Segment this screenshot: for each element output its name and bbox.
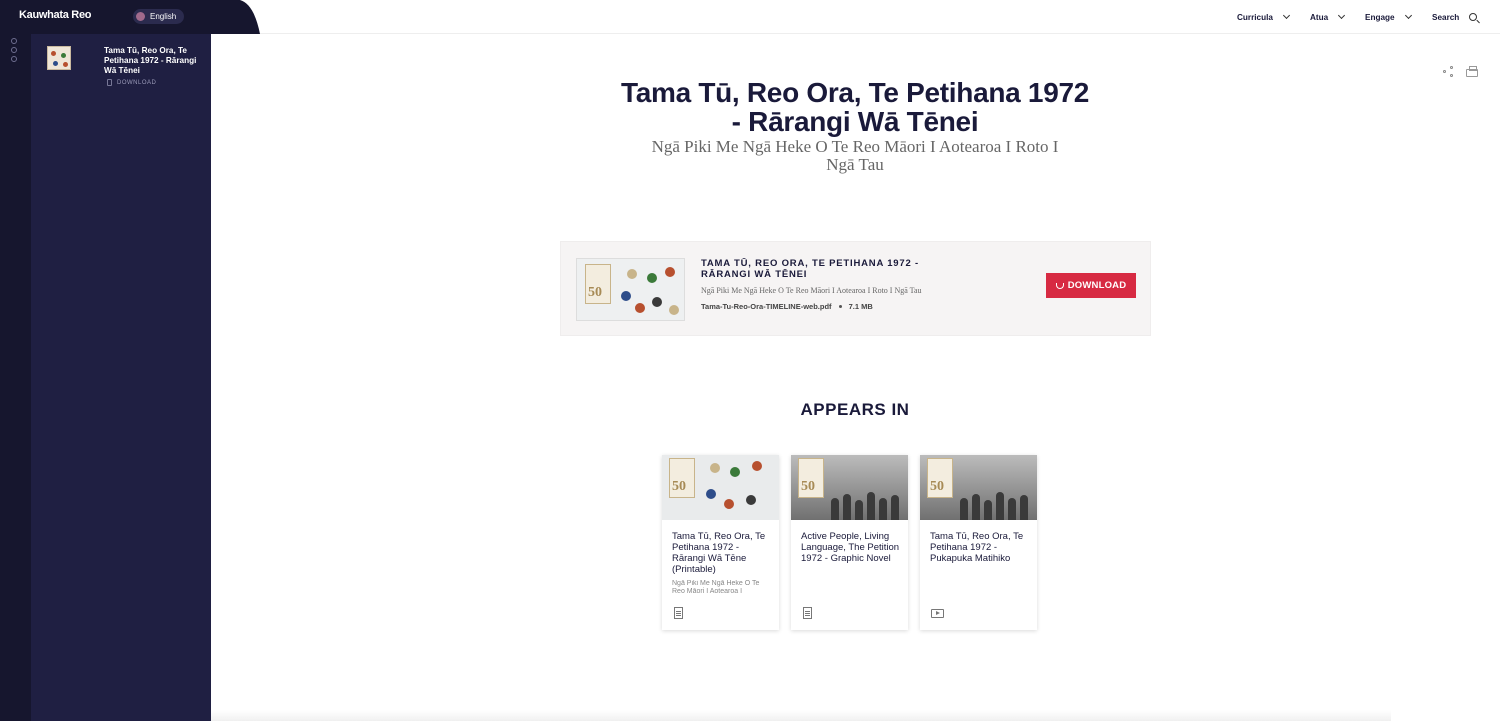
language-label: English xyxy=(150,12,177,21)
file-name: Tama-Tu-Reo-Ora-TIMELINE-web.pdf xyxy=(701,302,832,311)
card-title: Active People, Living Language, The Peti… xyxy=(801,531,900,564)
video-icon xyxy=(931,609,944,618)
fifty-badge-image: 50 xyxy=(585,264,611,304)
download-card: 50 TAMA TŪ, REO ORA, TE PETIHANA 1972 - … xyxy=(560,241,1151,336)
nav-atua-label: Atua xyxy=(1310,12,1329,22)
card-description: Ngā Piki Me Ngā Heke O Te Reo Māori I Ao… xyxy=(672,580,760,595)
nav-atua[interactable]: Atua xyxy=(1310,0,1346,34)
related-card[interactable]: 50 Tama Tū, Reo Ora, Te Petihana 1972 - … xyxy=(662,455,779,630)
share-icon[interactable] xyxy=(1443,66,1455,78)
fifty-badge-image: 50 xyxy=(669,458,695,498)
card-description xyxy=(930,580,1024,596)
related-card[interactable]: 50 Active People, Living Language, The P… xyxy=(791,455,908,630)
sidebar-item-title[interactable]: Tama Tū, Reo Ora, Te Petihana 1972 - Rār… xyxy=(104,46,204,76)
sidebar-download-label: DOWNLOAD xyxy=(117,79,157,86)
left-rail xyxy=(0,34,31,721)
download-title: TAMA TŪ, REO ORA, TE PETIHANA 1972 - RĀR… xyxy=(701,258,919,280)
chevron-down-icon xyxy=(1338,11,1346,20)
nav-curricula-label: Curricula xyxy=(1237,12,1273,22)
site-logo[interactable]: Kauwhata Reo xyxy=(19,9,92,21)
appears-in-heading: APPEARS IN xyxy=(800,400,910,419)
top-bar: Kauwhata Reo English Curricula Atua Enga… xyxy=(0,0,1500,34)
nav-engage-label: Engage xyxy=(1365,12,1395,22)
card-title: Tama Tū, Reo Ora, Te Petihana 1972 - Rār… xyxy=(672,531,766,575)
card-description xyxy=(801,580,895,596)
bottom-shadow xyxy=(211,710,1391,721)
search-icon xyxy=(1469,13,1478,21)
card-thumbnail: 50 xyxy=(662,455,779,520)
page-title: Tama Tū, Reo Ora, Te Petihana 1972 - Rār… xyxy=(620,77,1090,137)
download-icon xyxy=(1055,282,1064,289)
page-tools xyxy=(1443,66,1478,78)
sidebar-download-link[interactable]: DOWNLOAD xyxy=(107,79,156,86)
chevron-down-icon xyxy=(1404,11,1412,20)
more-options-icon[interactable] xyxy=(11,38,17,62)
card-thumbnail: 50 xyxy=(791,455,908,520)
globe-icon xyxy=(136,12,145,21)
page-subtitle: Ngā Piki Me Ngā Heke O Te Reo Māori I Ao… xyxy=(651,137,1059,174)
download-thumbnail: 50 xyxy=(576,258,685,321)
related-card[interactable]: 50 Tama Tū, Reo Ora, Te Petihana 1972 - … xyxy=(920,455,1037,630)
file-size: 7.1 MB xyxy=(848,302,873,311)
card-title: Tama Tū, Reo Ora, Te Petihana 1972 - Puk… xyxy=(930,531,1024,564)
chevron-down-icon xyxy=(1282,11,1290,20)
search-label: Search xyxy=(1432,12,1460,22)
document-icon xyxy=(674,607,683,619)
file-icon xyxy=(107,79,112,86)
nav-engage[interactable]: Engage xyxy=(1365,0,1412,34)
sidebar: Tama Tū, Reo Ora, Te Petihana 1972 - Rār… xyxy=(31,34,211,721)
download-button[interactable]: DOWNLOAD xyxy=(1046,273,1136,298)
brand-curve-decoration xyxy=(200,0,260,34)
separator-dot xyxy=(838,305,842,308)
language-selector[interactable]: English xyxy=(133,9,185,24)
file-meta: Tama-Tu-Reo-Ora-TIMELINE-web.pdf 7.1 MB xyxy=(701,302,873,311)
sidebar-item-thumbnail[interactable] xyxy=(47,46,71,70)
print-icon[interactable] xyxy=(1466,66,1478,77)
document-icon xyxy=(803,607,812,619)
fifty-badge-image: 50 xyxy=(927,458,953,498)
fifty-badge-image: 50 xyxy=(798,458,824,498)
search-button[interactable]: Search xyxy=(1432,0,1478,34)
download-button-label: DOWNLOAD xyxy=(1067,280,1127,291)
card-thumbnail: 50 xyxy=(920,455,1037,520)
download-description: Ngā Piki Me Ngā Heke O Te Reo Māori I Ao… xyxy=(701,286,922,295)
nav-curricula[interactable]: Curricula xyxy=(1237,0,1290,34)
